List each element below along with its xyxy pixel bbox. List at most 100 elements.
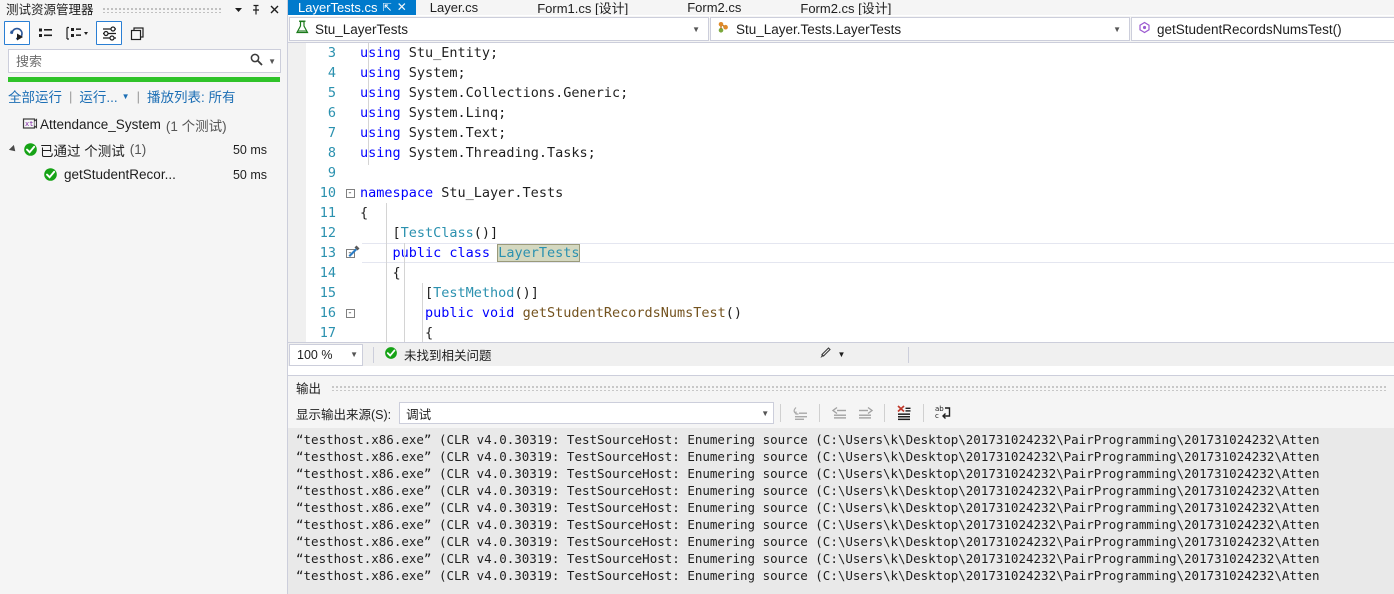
- code-token: System.Collections.Generic;: [408, 85, 629, 101]
- search-box[interactable]: ▼: [8, 49, 281, 73]
- document-tab[interactable]: Form1.cs [设计]: [527, 0, 638, 15]
- code-token: System.Threading.Tasks;: [408, 145, 596, 161]
- output-source-dropdown[interactable]: 调试 ▼: [399, 402, 775, 424]
- fold-toggle[interactable]: -: [342, 308, 358, 318]
- document-tab[interactable]: Form2.cs [设计]: [790, 0, 901, 15]
- divider: |: [136, 88, 140, 104]
- pin-icon[interactable]: ⇱: [382, 1, 391, 14]
- settings-icon[interactable]: [96, 21, 122, 45]
- method-icon: [1137, 20, 1152, 38]
- chevron-down-icon[interactable]: ▼: [687, 25, 705, 34]
- close-icon[interactable]: ✕: [397, 0, 407, 14]
- output-drag-handle[interactable]: [331, 383, 1388, 391]
- line-number: 9: [327, 165, 336, 181]
- brush-icon[interactable]: [817, 346, 832, 364]
- list-view-icon[interactable]: [32, 21, 58, 45]
- group-label: 已通过 个测试: [40, 143, 125, 159]
- test-duration: 50 ms: [232, 167, 267, 182]
- line-number: 12: [319, 225, 336, 241]
- code-line[interactable]: 14 {: [288, 263, 1394, 283]
- divider: [884, 404, 886, 422]
- check-circle-icon: [384, 346, 398, 363]
- fold-toggle[interactable]: -: [342, 188, 358, 198]
- find-message-in-code-icon[interactable]: [787, 401, 813, 425]
- go-to-next-message-icon[interactable]: [852, 401, 878, 425]
- code-line[interactable]: 5 using System.Collections.Generic;: [288, 83, 1394, 103]
- test-explorer-panel: 测试资源管理器 搜索 ▼ 全部运行 | 运行... ▼ | 播放列表: 所有 x…: [0, 0, 288, 594]
- code-text: using System.Threading.Tasks;: [358, 145, 596, 161]
- editor-region: LayerTests.cs ⇱ ✕ Layer.cs Form1.cs [设计] Form…: [288, 0, 1394, 594]
- zoom-level-dropdown[interactable]: 100 % ▼: [289, 343, 363, 366]
- code-line[interactable]: 15 [TestMethod()]: [288, 283, 1394, 303]
- document-tab[interactable]: LayerTests.cs ⇱ ✕: [288, 0, 416, 15]
- line-number: 17: [319, 325, 336, 341]
- code-token: Stu_Entity;: [408, 45, 499, 61]
- code-line[interactable]: 13- public class LayerTests: [288, 243, 1394, 263]
- test-name: getStudentRecor...: [64, 167, 176, 182]
- document-tab[interactable]: Form2.cs: [677, 0, 751, 15]
- output-log[interactable]: “testhost.x86.exe” (CLR v4.0.30319: Test…: [288, 428, 1394, 594]
- navbar-member-dropdown[interactable]: getStudentRecordsNumsTest(): [1131, 17, 1394, 41]
- code-line[interactable]: 17 {: [288, 323, 1394, 342]
- passed-icon: [20, 142, 40, 157]
- code-line[interactable]: 11 {: [288, 203, 1394, 223]
- test-tree-project-row[interactable]: xt Attendance_System (1 个测试): [0, 112, 287, 137]
- fold-box[interactable]: -: [345, 308, 355, 318]
- run-link[interactable]: 运行...: [79, 86, 117, 106]
- line-number: 15: [319, 285, 336, 301]
- structure-guide-line: [386, 203, 387, 342]
- code-editor[interactable]: 3 using Stu_Entity; 4 using System; 5 using S…: [288, 43, 1394, 342]
- code-text: {: [358, 265, 401, 281]
- panel-drag-handle[interactable]: [101, 6, 221, 13]
- code-text: using System;: [358, 65, 466, 81]
- issues-status[interactable]: 未找到相关问题: [384, 345, 492, 364]
- chevron-down-icon[interactable]: ▼: [350, 350, 358, 359]
- project-test-count: (1 个测试): [165, 118, 227, 134]
- line-number: 6: [327, 105, 336, 121]
- go-to-previous-message-icon[interactable]: [826, 401, 852, 425]
- code-line[interactable]: 3 using Stu_Entity;: [288, 43, 1394, 63]
- structure-guide-line: [422, 283, 423, 342]
- output-log-line: “testhost.x86.exe” (CLR v4.0.30319: Test…: [296, 432, 1320, 447]
- group-by-icon[interactable]: [60, 21, 94, 45]
- code-line[interactable]: 7 using System.Text;: [288, 123, 1394, 143]
- code-line[interactable]: 9: [288, 163, 1394, 183]
- toggle-word-wrap-icon[interactable]: ab c: [930, 401, 956, 425]
- code-cleanup-button[interactable]: ▼: [817, 346, 846, 364]
- expander-icon[interactable]: [6, 145, 20, 154]
- test-tree-group-passed[interactable]: 已通过 个测试 (1) 50 ms: [0, 137, 287, 162]
- navbar-type-dropdown[interactable]: Stu_Layer.Tests.LayerTests ▼: [710, 17, 1130, 41]
- output-source-label: 显示输出来源(S):: [296, 407, 392, 422]
- search-dropdown-icon[interactable]: ▼: [264, 57, 276, 66]
- code-line[interactable]: 16- public void getStudentRecordsNumsTes…: [288, 303, 1394, 323]
- chevron-down-icon[interactable]: ▼: [1108, 25, 1126, 34]
- run-dropdown-icon[interactable]: ▼: [122, 92, 130, 101]
- navbar-project-dropdown[interactable]: Stu_LayerTests ▼: [289, 17, 709, 41]
- chevron-down-icon[interactable]: ▼: [838, 350, 846, 359]
- code-text: using System.Linq;: [358, 105, 506, 121]
- fold-box[interactable]: -: [345, 188, 355, 198]
- copy-window-icon[interactable]: [124, 21, 150, 45]
- code-line[interactable]: 12 [TestClass()]: [288, 223, 1394, 243]
- quick-actions-icon[interactable]: [346, 244, 362, 262]
- run-all-link[interactable]: 全部运行: [8, 86, 62, 106]
- test-tree-item-getstudentrecords[interactable]: getStudentRecor... 50 ms: [0, 162, 287, 187]
- line-number: 14: [319, 265, 336, 281]
- pin-icon[interactable]: [247, 2, 265, 18]
- code-text: using System.Collections.Generic;: [358, 85, 628, 101]
- code-line[interactable]: 4 using System;: [288, 63, 1394, 83]
- code-line[interactable]: 8 using System.Threading.Tasks;: [288, 143, 1394, 163]
- test-search-container: ▼: [0, 47, 287, 77]
- playlist-link[interactable]: 播放列表: 所有: [147, 86, 236, 106]
- search-input[interactable]: [16, 53, 250, 69]
- code-token: TestMethod: [433, 285, 515, 301]
- code-line[interactable]: 10- namespace Stu_Layer.Tests: [288, 183, 1394, 203]
- run-all-tests-icon[interactable]: [4, 21, 30, 45]
- window-dropdown-icon[interactable]: [229, 2, 247, 18]
- search-icon[interactable]: [249, 52, 264, 70]
- code-line[interactable]: 6 using System.Linq;: [288, 103, 1394, 123]
- clear-all-icon[interactable]: [891, 401, 917, 425]
- close-icon[interactable]: [265, 2, 283, 18]
- document-tab[interactable]: Layer.cs: [419, 0, 488, 15]
- chevron-down-icon[interactable]: ▼: [761, 409, 769, 418]
